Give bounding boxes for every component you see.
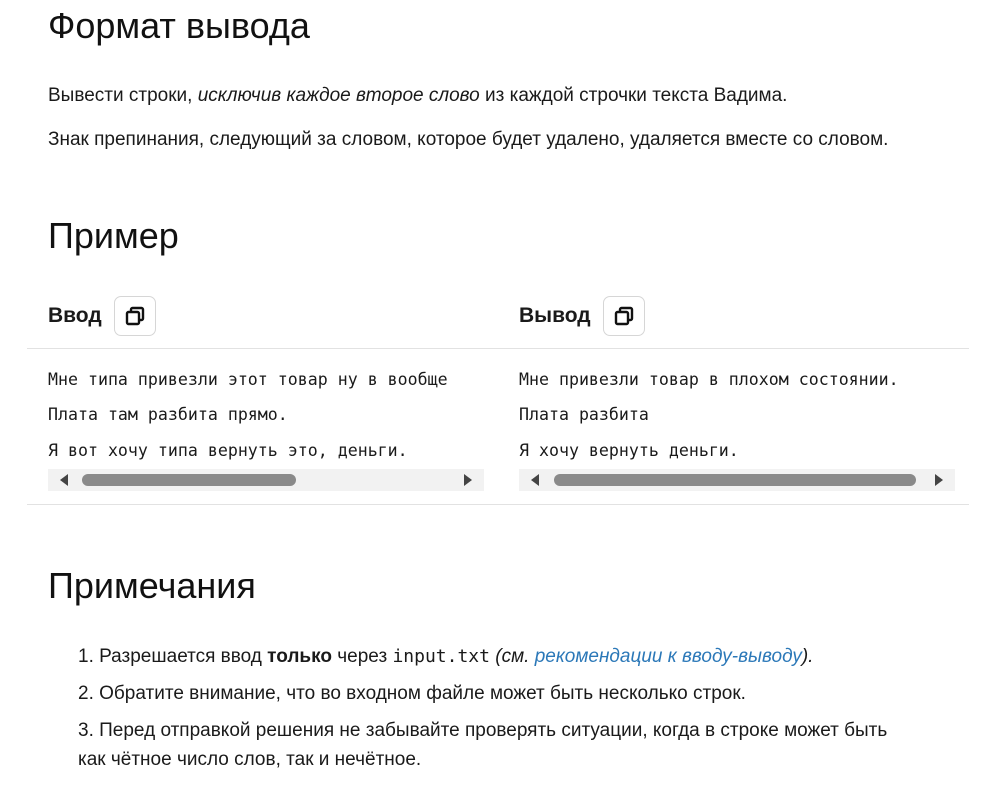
para1-emphasis: исключив каждое второе слово <box>197 85 480 106</box>
notes-list: 1. Разрешается ввод только через input.t… <box>78 642 887 782</box>
list-item-number: 1. <box>78 646 94 667</box>
list-item-number: 3. <box>78 720 94 741</box>
note1-code: input.txt <box>392 646 490 667</box>
para1-text-before: Вывести строки, <box>48 85 198 106</box>
note1-paren-close: ). <box>801 646 814 667</box>
input-header: Ввод <box>48 296 156 336</box>
output-line-1: Мне привезли товар в плохом состоянии. <box>519 370 899 389</box>
input-title: Ввод <box>48 304 102 327</box>
input-line-3: Я вот хочу типа вернуть это, деньги. <box>48 441 408 460</box>
copy-output-button[interactable] <box>602 296 645 336</box>
para1-text-after: из каждой строчки текста Вадима. <box>479 85 788 106</box>
scroll-left-arrow-icon[interactable] <box>60 474 68 486</box>
notes-heading: Примечания <box>48 565 256 606</box>
note2-text: Обратите внимание, что во входном файле … <box>93 683 746 704</box>
list-item: 2. Обратите внимание, что во входном фай… <box>78 679 887 708</box>
output-header: Вывод <box>519 296 645 336</box>
output-format-heading: Формат вывода <box>48 5 310 46</box>
output-format-paragraph-1: Вывести строки, исключив каждое второе с… <box>48 84 787 108</box>
note1-paren-open: (см. <box>489 646 535 667</box>
output-horizontal-scrollbar[interactable] <box>519 469 955 491</box>
list-item-number: 2. <box>78 683 94 704</box>
example-bottom-divider <box>27 504 969 505</box>
copy-icon <box>614 306 633 326</box>
note1-bold: только <box>267 646 332 667</box>
copy-input-button[interactable] <box>113 296 156 336</box>
input-horizontal-scrollbar[interactable] <box>48 469 484 491</box>
note1-text: Разрешается ввод <box>93 646 268 667</box>
scroll-right-arrow-icon[interactable] <box>464 474 472 486</box>
input-line-1: Мне типа привезли этот товар ну в вообще <box>48 370 448 389</box>
scroll-right-arrow-icon[interactable] <box>935 474 943 486</box>
output-line-3: Я хочу вернуть деньги. <box>519 441 739 460</box>
output-scroll-thumb[interactable] <box>554 474 916 486</box>
copy-icon <box>125 306 144 326</box>
output-line-2: Плата разбита <box>519 405 649 424</box>
scroll-left-arrow-icon[interactable] <box>531 474 539 486</box>
input-line-2: Плата там разбита прямо. <box>48 405 288 424</box>
note3-text-line1: Перед отправкой решения не забывайте про… <box>93 720 888 741</box>
note3-text-line2: как чётное число слов, так и нечётное. <box>78 749 422 770</box>
note1-text-middle: через <box>331 646 393 667</box>
list-item: 3. Перед отправкой решения не забывайте … <box>78 716 887 774</box>
output-format-paragraph-2: Знак препинания, следующий за словом, ко… <box>48 129 889 150</box>
example-heading: Пример <box>48 215 179 256</box>
io-recommendations-link[interactable]: рекомендации к вводу-выводу <box>535 646 802 667</box>
example-top-divider <box>27 348 969 349</box>
input-scroll-thumb[interactable] <box>82 474 296 486</box>
list-item: 1. Разрешается ввод только через input.t… <box>78 642 887 671</box>
output-title: Вывод <box>519 304 591 327</box>
